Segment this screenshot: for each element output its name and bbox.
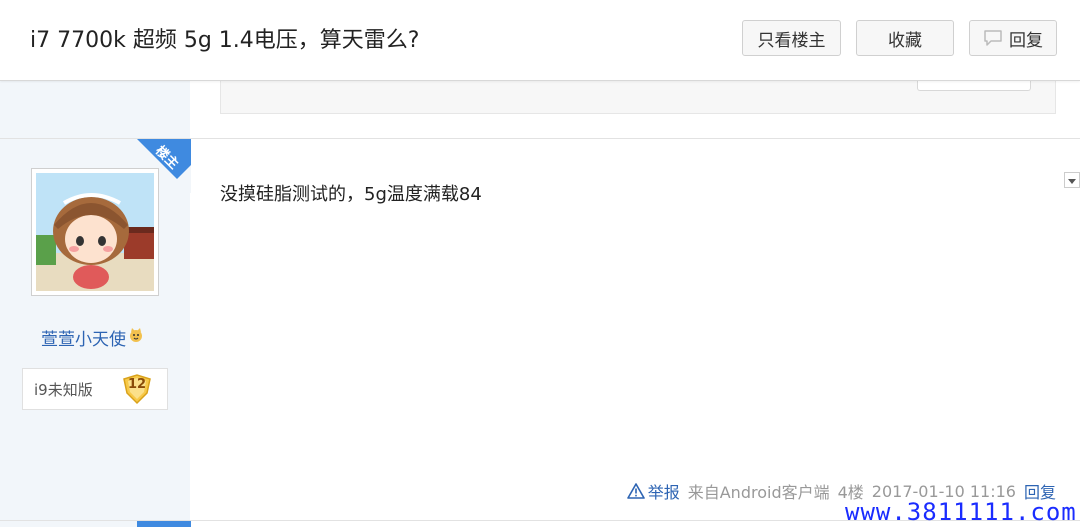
cat-emoji-icon xyxy=(128,327,144,348)
previous-post-footer xyxy=(220,76,1056,114)
level-number: 12 xyxy=(127,377,147,392)
watermark: www.3811111.com xyxy=(845,498,1077,526)
post-menu-dropdown[interactable] xyxy=(1064,172,1080,188)
author-username-text: 萱萱小天使 xyxy=(41,330,126,350)
avatar[interactable] xyxy=(31,168,159,296)
chevron-down-icon xyxy=(1068,179,1076,184)
reply-button[interactable]: 回复 xyxy=(969,20,1057,56)
next-post-badge xyxy=(137,521,191,527)
post-content: 没摸硅脂测试的，5g温度满载84 xyxy=(220,184,482,205)
report-label: 举报 xyxy=(647,483,680,502)
level-name: i9未知版 xyxy=(34,381,93,399)
author-username[interactable]: 萱萱小天使 xyxy=(41,325,144,350)
reply-button-label: 回复 xyxy=(1009,30,1043,51)
comment-icon xyxy=(983,29,1003,47)
post-source: 来自Android客户端 xyxy=(687,483,830,502)
avatar-image xyxy=(36,173,154,291)
favorite-button[interactable]: 收藏 xyxy=(856,20,954,56)
report-link[interactable]: 举报 xyxy=(626,479,680,503)
author-level-badge[interactable]: i9未知版 12 xyxy=(22,368,168,410)
warning-icon xyxy=(626,483,645,499)
thread-header: i7 7700k 超频 5g 1.4电压，算天雷么? 只看楼主 收藏 回复 xyxy=(0,0,1080,81)
only-louzhu-button[interactable]: 只看楼主 xyxy=(742,20,841,56)
thread-title: i7 7700k 超频 5g 1.4电压，算天雷么? xyxy=(30,28,420,53)
